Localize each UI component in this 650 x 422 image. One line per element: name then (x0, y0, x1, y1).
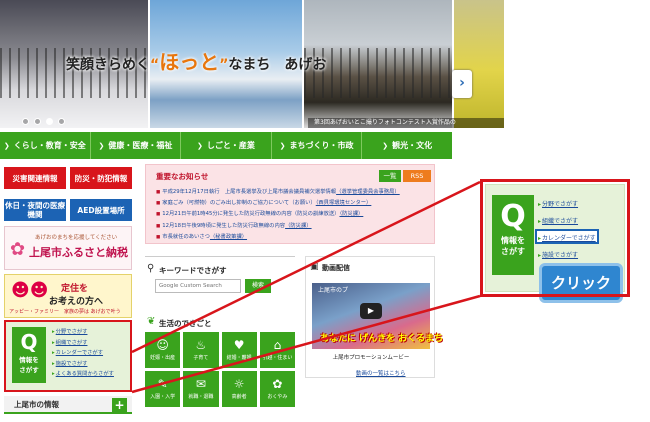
chevron-icon: ❯ (98, 141, 105, 150)
video-headline: あなたに げんきを おくるまち (320, 334, 444, 344)
life-event-label: おくやみ (267, 394, 288, 400)
life-event-moving[interactable]: ⌂ 引越・住まい (259, 332, 295, 368)
couple-icon: ♥ (233, 338, 245, 352)
notice-item[interactable]: 12月18日午後9時頃に発生した防災行政無線の内容（防災課） (156, 221, 431, 232)
nav-item-kurashi[interactable]: ❯ くらし・教育・安全 (0, 132, 91, 159)
main-nav: ❯ くらし・教育・安全 ❯ 健康・医療・福祉 ❯ しごと・産業 ❯ まちづくり・市政 ❯… (0, 132, 452, 159)
baby-icon: ☺ (156, 338, 169, 352)
chevron-icon: ❯ (279, 141, 286, 150)
life-event-childcare[interactable]: ♨ 子育て (183, 332, 219, 368)
life-events: ❦ 生活のできごと ☺ 妊娠・出産 ♨ 子育て ♥ 結婚・離婚 ⌂ 引越・住まい ✎ 入園… (145, 312, 295, 412)
life-event-school[interactable]: ✎ 入園・入学 (145, 371, 181, 407)
elder-icon: ☼ (233, 377, 245, 391)
play-icon[interactable]: ▶ (360, 303, 382, 319)
zoom-highlight-box-red (480, 179, 630, 297)
highlight-box-red (4, 320, 132, 392)
notice-item[interactable]: 市長就任のあいさつ（秘書政策課） (156, 232, 431, 243)
life-event-label: 子育て (193, 355, 209, 361)
expand-plus-button[interactable]: + (112, 398, 127, 413)
bottle-icon: ♨ (195, 338, 207, 352)
hero-photo-rapeseed (454, 0, 504, 128)
life-event-label: 結婚・離婚 (226, 355, 252, 361)
chevron-icon: ❯ (3, 141, 10, 150)
settlement-subtitle: お考えの方へ (49, 297, 104, 307)
life-event-label: 妊娠・出産 (150, 355, 176, 361)
video-list-link[interactable]: 動画の一覧はこちら (356, 369, 406, 377)
slide-dot[interactable] (22, 118, 29, 125)
life-event-employment[interactable]: ✉ 就職・退職 (183, 371, 219, 407)
slideshow-dots (22, 118, 65, 125)
settlement-banner[interactable]: ☻☻ 定住を お考えの方へ アッピー・ファミリー 家族の夢は あげおで叶う (4, 274, 132, 318)
life-event-label: 高齢者 (231, 394, 247, 400)
notice-item[interactable]: 12月21日午前1時45分に発生した防災行政無線の内容（防災の訓練放送）（防災課… (156, 209, 431, 220)
magnifier-icon: ⚲ (147, 263, 155, 274)
important-notices: 重要なお知らせ 一覧 RSS 平成29年12月17日執行 上尾市長選挙及び上尾市… (145, 164, 435, 244)
chevron-icon: ❯ (197, 141, 203, 150)
holiday-medical-button[interactable]: 休日・夜間の医療機関 (4, 199, 66, 221)
notices-title: 重要なお知らせ (156, 172, 209, 181)
hero-slogan: 笑顔きらめく“ほっと”なまち あげお (66, 50, 327, 74)
video-tag: 上尾市のプ (318, 287, 349, 294)
flower-icon: ✿ (10, 239, 26, 260)
video-caption: 上尾市プロモーションムービー (332, 355, 410, 361)
settlement-title: 定住を (61, 284, 89, 294)
nav-item-kanko[interactable]: ❯ 観光・文化 (362, 132, 452, 159)
notice-item[interactable]: 平成29年12月17日執行 上尾市長選挙及び上尾市議会議員補欠選挙情報（選挙管理… (156, 187, 431, 198)
life-event-pregnancy[interactable]: ☺ 妊娠・出産 (145, 332, 181, 368)
keyword-search-input[interactable] (155, 279, 241, 293)
hero-caption: 第3回あげおいとこ撮りフォトコンテスト入賞作品の (308, 118, 504, 128)
video-title: 動画配信 (322, 264, 350, 272)
flower-icon: ✿ (272, 377, 283, 391)
shirt-icon: ✉ (195, 377, 206, 391)
life-event-marriage[interactable]: ♥ 結婚・離婚 (221, 332, 257, 368)
video-thumbnail[interactable]: 上尾市のプ ▶ あなたに げんきを おくるまち (312, 283, 443, 349)
video-camera-icon: ▣ (310, 262, 319, 272)
chevron-icon: ❯ (382, 141, 389, 150)
furusato-title: 上尾市ふるさと納税 (29, 246, 128, 259)
life-event-label: 就職・退職 (188, 394, 214, 400)
life-events-title: 生活のできごと (159, 319, 212, 328)
notice-list: 平成29年12月17日執行 上尾市長選挙及び上尾市議会議員補欠選挙情報（選挙管理… (156, 187, 431, 243)
slide-dot[interactable] (58, 118, 65, 125)
house-icon: ⌂ (273, 338, 282, 352)
notices-list-button[interactable]: 一覧 (379, 170, 401, 182)
video-panel: ▣ 動画配信 上尾市のプ ▶ あなたに げんきを おくるまち 上尾市プロモーショ… (305, 256, 443, 378)
mascot-icon: ☻☻ (11, 280, 49, 301)
nav-item-kenko[interactable]: ❯ 健康・医療・福祉 (91, 132, 182, 159)
furusato-subtitle: あげおのまちを応援してください (35, 235, 118, 241)
settlement-tagline: アッピー・ファミリー 家族の夢は あげおで叶う (9, 309, 121, 315)
keyword-search-button[interactable]: 検索 (245, 279, 271, 293)
leaf-icon: ❦ (147, 316, 156, 327)
aed-locations-button[interactable]: AED設置場所 (70, 199, 132, 221)
nav-item-shigoto[interactable]: ❯ しごと・産業 (181, 132, 272, 159)
nav-item-machizukuri[interactable]: ❯ まちづくり・市政 (272, 132, 363, 159)
life-event-elderly[interactable]: ☼ 高齢者 (221, 371, 257, 407)
furusato-tax-banner[interactable]: ✿ あげおのまちを応援してください 上尾市ふるさと納税 (4, 226, 132, 270)
disaster-info-button[interactable]: 災害関連情報 (4, 167, 66, 189)
school-icon: ✎ (157, 377, 168, 391)
life-event-label: 引越・住まい (262, 355, 293, 361)
notices-rss-button[interactable]: RSS (403, 170, 431, 182)
keyword-search-title: キーワードでさがす (159, 266, 227, 275)
keyword-search: ⚲ キーワードでさがす 検索 (145, 256, 295, 300)
slide-dot-active[interactable] (46, 118, 53, 125)
crime-prevention-button[interactable]: 防災・防犯情報 (70, 167, 132, 189)
life-event-label: 入園・入学 (150, 394, 176, 400)
life-event-condolence[interactable]: ✿ おくやみ (259, 371, 295, 407)
slide-dot[interactable] (34, 118, 41, 125)
slideshow-next-button[interactable]: › (452, 70, 472, 98)
notice-item[interactable]: 家庭ごみ（可燃物）のごみ出し抑制のご協力について（お願い）（西貝塚環境センター） (156, 198, 431, 209)
